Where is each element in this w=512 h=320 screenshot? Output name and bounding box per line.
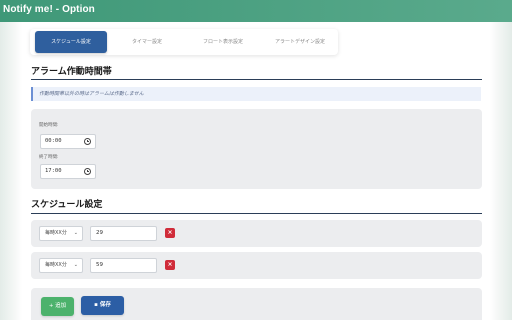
schedule-section-title: スケジュール設定 <box>31 200 103 210</box>
tab-alert-design[interactable]: アラートデザイン設定 <box>262 31 338 53</box>
clock-icon[interactable] <box>84 168 91 175</box>
right-gutter <box>490 22 512 320</box>
delete-row-button[interactable]: × <box>165 228 175 238</box>
schedule-type-select[interactable]: 毎時XX分 ⌄ <box>39 226 83 241</box>
alarm-section-divider <box>31 79 482 80</box>
schedule-type-value: 毎時XX分 <box>45 230 67 236</box>
action-panel: + 追加 ▪ 保存 <box>31 288 482 320</box>
schedule-section-divider <box>31 213 482 214</box>
tab-float-display[interactable]: フロート表示設定 <box>186 31 260 53</box>
start-time-label: 開始時間: <box>39 123 59 128</box>
end-time-input[interactable]: 17:00 <box>40 164 96 179</box>
schedule-type-select[interactable]: 毎時XX分 ⌄ <box>39 258 83 273</box>
tab-schedule[interactable]: スケジュール設定 <box>35 31 107 53</box>
minute-input[interactable]: 59 <box>90 258 157 273</box>
tab-timer[interactable]: タイマー設定 <box>112 31 182 53</box>
end-time-label: 終了時間: <box>39 155 59 160</box>
app-header: Notify me! - Option <box>0 0 512 22</box>
alarm-time-panel: 開始時間: 00:00 終了時間: 17:00 <box>31 109 482 189</box>
clock-icon[interactable] <box>84 138 91 145</box>
add-button[interactable]: + 追加 <box>41 297 74 316</box>
save-button[interactable]: ▪ 保存 <box>81 296 124 315</box>
left-gutter <box>0 22 22 320</box>
save-button-label: 保存 <box>99 302 111 308</box>
end-time-value: 17:00 <box>45 168 62 174</box>
tab-bar: スケジュール設定 タイマー設定 フロート表示設定 アラートデザイン設定 <box>30 29 338 55</box>
delete-row-button[interactable]: × <box>165 260 175 270</box>
schedule-row: 毎時XX分 ⌄ 29 × <box>31 220 482 247</box>
start-time-input[interactable]: 00:00 <box>40 134 96 149</box>
minute-input[interactable]: 29 <box>90 226 157 241</box>
chevron-down-icon: ⌄ <box>73 262 78 268</box>
schedule-row: 毎時XX分 ⌄ 59 × <box>31 252 482 279</box>
info-message: 作動時間帯以外の時はアラームは作動しません <box>31 87 481 101</box>
app-title: Notify me! - Option <box>3 4 95 15</box>
schedule-type-value: 毎時XX分 <box>45 262 67 268</box>
alarm-section-title: アラーム作動時間帯 <box>31 67 112 77</box>
start-time-value: 00:00 <box>45 138 62 144</box>
chevron-down-icon: ⌄ <box>73 230 78 236</box>
